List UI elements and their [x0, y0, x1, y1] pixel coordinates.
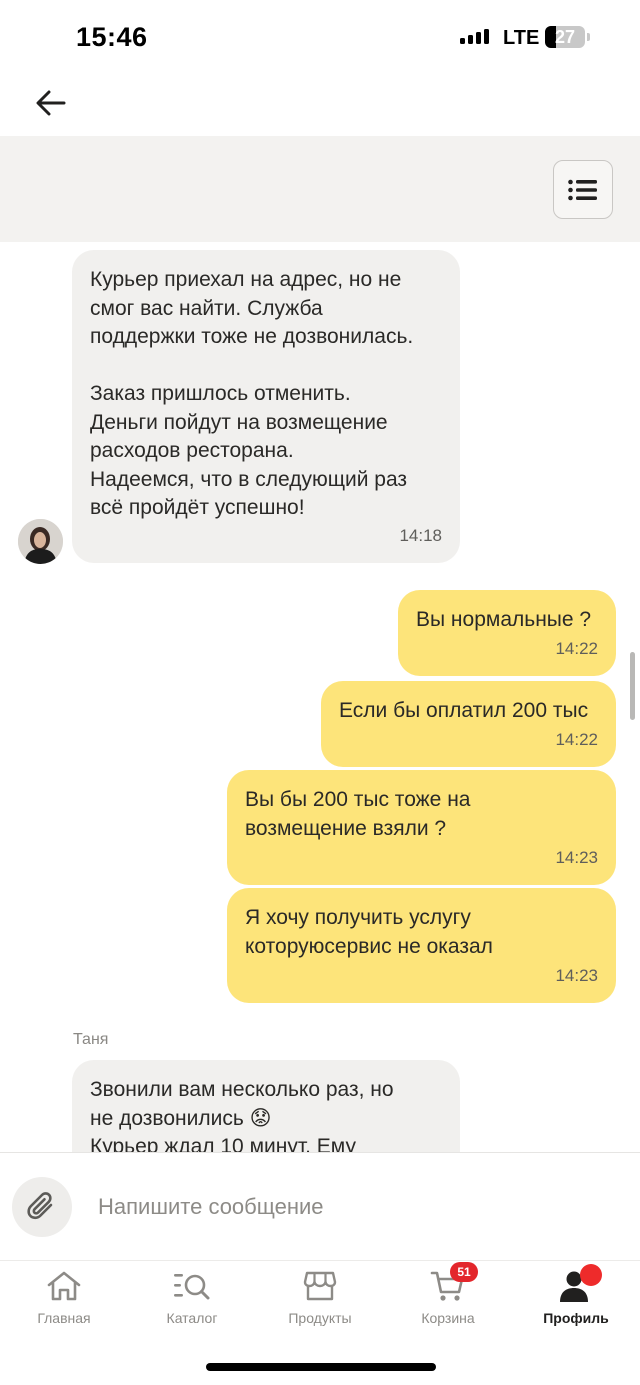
signal-strength-icon [460, 29, 489, 44]
nav-item-home[interactable]: Главная [9, 1268, 119, 1332]
message-time: 14:22 [555, 638, 598, 658]
store-icon [303, 1271, 337, 1301]
nav-label: Профиль [543, 1310, 609, 1326]
message-text: Я хочу получить услугу которуюсервис не … [245, 906, 493, 958]
scrollbar[interactable] [630, 652, 635, 720]
back-button[interactable] [28, 80, 74, 126]
home-icon [47, 1271, 81, 1301]
message-bubble-incoming: Курьер приехал на адрес, но не смог вас … [72, 250, 460, 563]
battery-icon: 27 [545, 26, 585, 48]
message-text: Вы нормальные ? [416, 608, 592, 631]
message-input[interactable] [98, 1186, 598, 1228]
message-time: 14:23 [555, 847, 598, 867]
battery-level: 27 [554, 27, 576, 47]
chat-messages[interactable]: Курьер приехал на адрес, но не смог вас … [0, 242, 640, 1152]
message-bubble-outgoing: Я хочу получить услугу которуюсервис не … [227, 888, 616, 1003]
cart-count-badge: 51 [450, 1262, 478, 1282]
message-text: Вы бы 200 тыс тоже на возмещение взяли ? [245, 788, 471, 840]
message-bubble-outgoing: Вы бы 200 тыс тоже на возмещение взяли ?… [227, 770, 616, 885]
paperclip-icon [27, 1192, 53, 1220]
status-time: 15:46 [76, 22, 148, 52]
nav-item-catalog[interactable]: Каталог [137, 1268, 247, 1332]
nav-item-profile[interactable]: Профиль [521, 1264, 631, 1332]
network-type: LTE [503, 27, 540, 49]
nav-item-cart[interactable]: 51 Корзина [393, 1262, 503, 1332]
message-text: Звонили вам несколько раз, но не дозвони… [90, 1078, 394, 1152]
arrow-left-icon [36, 90, 66, 116]
attach-button[interactable] [12, 1177, 72, 1237]
message-bubble-incoming: Звонили вам несколько раз, но не дозвони… [72, 1060, 460, 1152]
chat-header [0, 136, 640, 242]
nav-label: Продукты [288, 1310, 352, 1326]
message-text: Если бы оплатил 200 тыс [339, 699, 589, 722]
message-bubble-outgoing: Вы нормальные ? 14:22 [398, 590, 616, 676]
message-bubble-outgoing: Если бы оплатил 200 тыс 14:22 [321, 681, 616, 767]
message-time: 14:23 [555, 965, 598, 985]
list-menu-icon [568, 179, 597, 200]
nav-label: Главная [37, 1310, 91, 1326]
message-time: 14:18 [399, 525, 442, 545]
nav-label: Каталог [166, 1310, 218, 1326]
status-bar: 15:46 LTE 27 [0, 0, 640, 72]
message-time: 14:22 [555, 729, 598, 749]
sender-name: Таня [73, 1031, 109, 1048]
message-text: Курьер приехал на адрес, но не смог вас … [90, 268, 414, 519]
catalog-search-icon [174, 1274, 210, 1300]
avatar [18, 519, 63, 564]
home-indicator [206, 1363, 436, 1371]
menu-button[interactable] [553, 160, 613, 219]
nav-item-products[interactable]: Продукты [265, 1268, 375, 1332]
nav-label: Корзина [421, 1310, 475, 1326]
notification-dot [580, 1264, 602, 1286]
